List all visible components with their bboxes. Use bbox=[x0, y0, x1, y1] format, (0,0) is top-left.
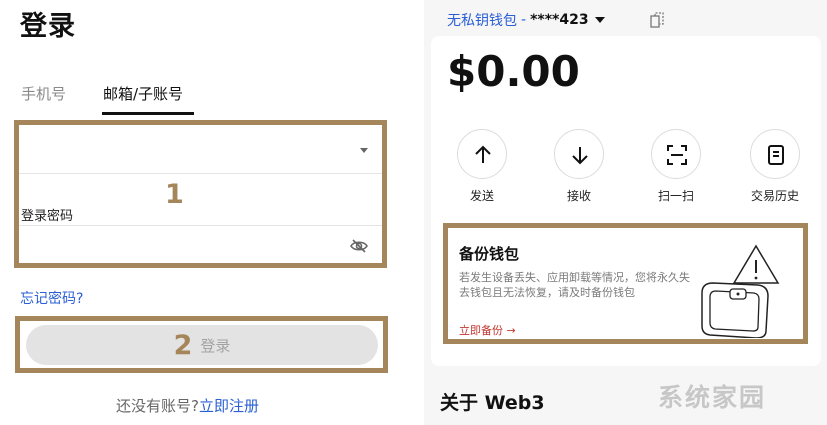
register-prompt: 还没有账号? bbox=[116, 397, 199, 415]
scan-icon bbox=[667, 145, 687, 165]
backup-title: 备份钱包 bbox=[459, 245, 520, 263]
wallet-selector[interactable]: 无私钥钱包 - ****423 bbox=[447, 10, 605, 30]
backup-description: 若发生设备丢失、应用卸载等情况，您将永久失去钱包且无法恢复，请及时备份钱包 bbox=[459, 271, 690, 299]
password-label: 登录密码 bbox=[21, 209, 74, 224]
send-label: 发送 bbox=[469, 189, 494, 203]
login-button-label: 登录 bbox=[200, 336, 231, 355]
login-button[interactable]: 2 登录 bbox=[26, 325, 378, 365]
history-label: 交易历史 bbox=[750, 189, 799, 203]
eye-off-icon[interactable] bbox=[350, 239, 368, 253]
send-action[interactable]: 发送 bbox=[447, 129, 517, 204]
register-row: 还没有账号?立即注册 bbox=[116, 395, 259, 416]
divider bbox=[19, 225, 382, 226]
receive-button[interactable] bbox=[554, 129, 604, 179]
page-title: 登录 bbox=[20, 11, 76, 42]
receive-label: 接收 bbox=[566, 189, 591, 203]
arrow-down-icon bbox=[572, 147, 588, 165]
annotation-number-2: 2 bbox=[173, 329, 193, 361]
chevron-down-icon[interactable] bbox=[360, 148, 368, 153]
wallet-name: 无私钥钱包 bbox=[447, 13, 517, 29]
wallet-account: ****423 bbox=[530, 12, 589, 28]
receive-action[interactable]: 接收 bbox=[544, 129, 614, 204]
wallet-separator: - bbox=[521, 12, 527, 28]
scan-label: 扫一扫 bbox=[657, 189, 694, 203]
backup-now-link[interactable]: 立即备份 → bbox=[459, 322, 516, 338]
history-action[interactable]: 交易历史 bbox=[740, 129, 810, 204]
backup-wallet-card[interactable]: 备份钱包 若发生设备丢失、应用卸载等情况，您将永久失去钱包且无法恢复，请及时备份… bbox=[443, 223, 808, 344]
forgot-password-link[interactable]: 忘记密码? bbox=[20, 288, 83, 308]
active-tab-indicator bbox=[102, 112, 194, 115]
scan-button[interactable] bbox=[651, 129, 701, 179]
watermark: 系统家园 bbox=[658, 383, 767, 412]
history-button[interactable] bbox=[750, 129, 800, 179]
login-panel: 登录 手机号 邮箱/子账号 1 登录密码 忘记密码? 2 登录 还没有账号?立即… bbox=[0, 0, 420, 425]
tab-email-subaccount[interactable]: 邮箱/子账号 bbox=[103, 83, 183, 104]
login-button-highlight: 2 登录 bbox=[15, 316, 388, 373]
about-web3-heading: 关于 Web3 bbox=[440, 392, 545, 414]
history-icon bbox=[768, 145, 784, 165]
copy-icon[interactable] bbox=[650, 12, 664, 28]
balance-amount: $0.00 bbox=[447, 47, 580, 96]
login-form-highlight: 1 登录密码 bbox=[14, 120, 387, 268]
register-link[interactable]: 立即注册 bbox=[199, 397, 259, 415]
caret-down-icon bbox=[594, 17, 605, 23]
send-button[interactable] bbox=[457, 129, 507, 179]
tab-phone[interactable]: 手机号 bbox=[21, 83, 66, 104]
arrow-up-icon bbox=[475, 145, 491, 163]
wallet-warning-icon bbox=[701, 244, 780, 338]
scan-action[interactable]: 扫一扫 bbox=[641, 129, 711, 204]
divider bbox=[19, 173, 382, 174]
annotation-number-1: 1 bbox=[165, 179, 184, 210]
